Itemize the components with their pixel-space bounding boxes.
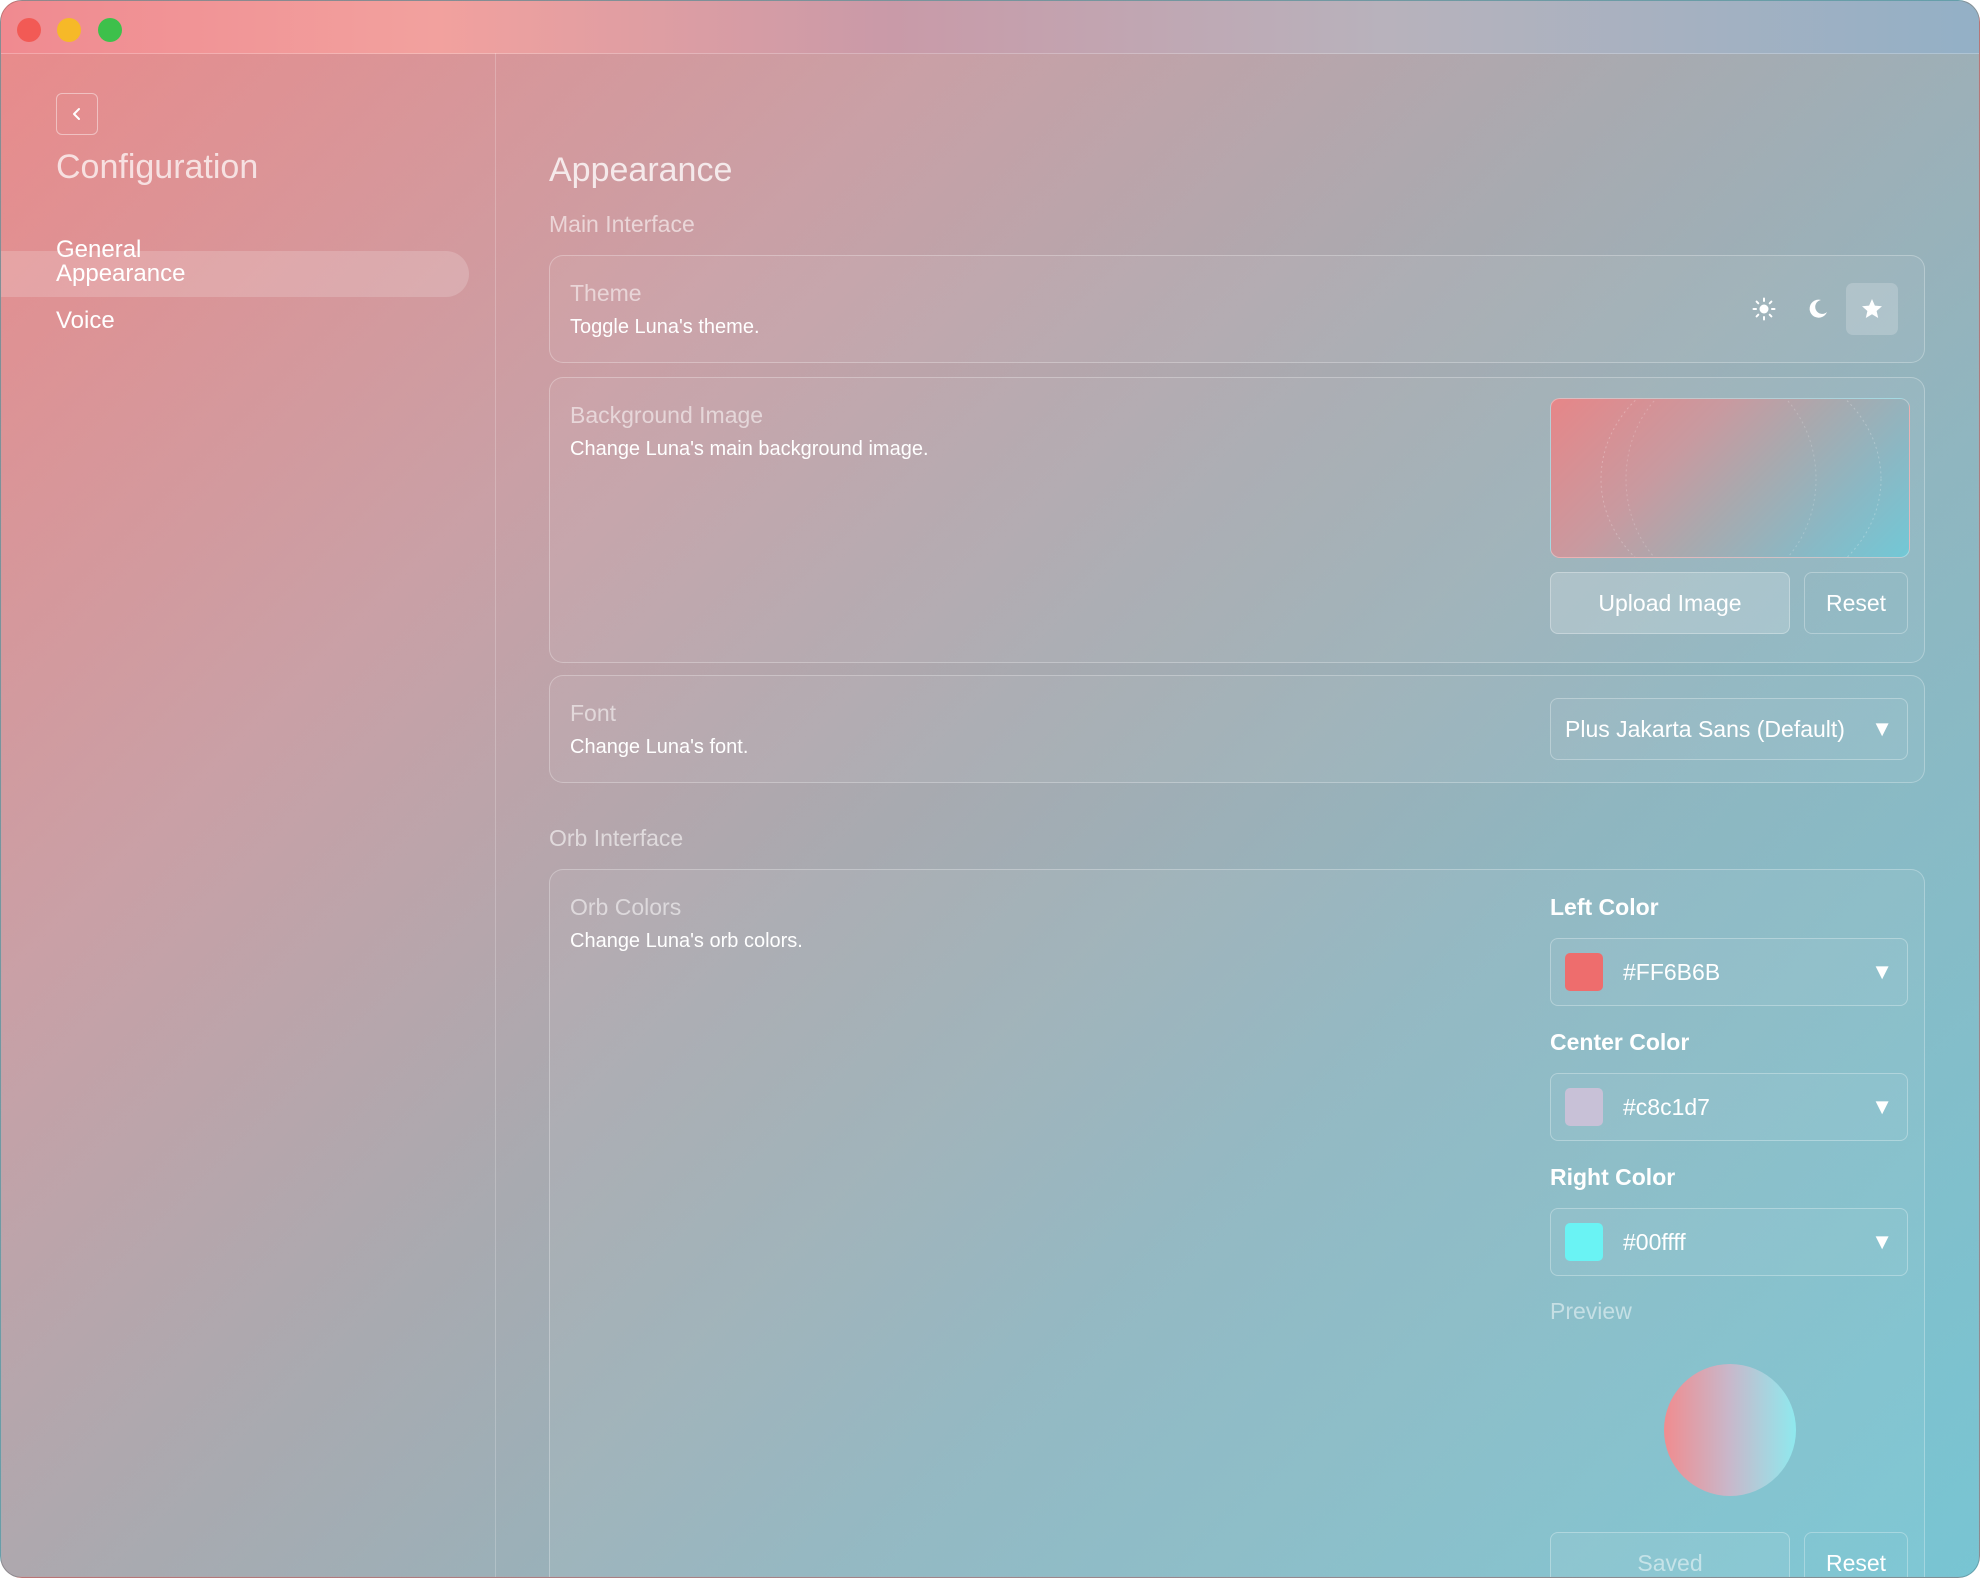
section-label-orb-interface: Orb Interface xyxy=(549,825,684,851)
left-color-label: Left Color xyxy=(1550,894,1659,920)
theme-description: Toggle Luna's theme. xyxy=(570,316,760,338)
maximize-window-button[interactable] xyxy=(98,18,122,42)
right-color-select[interactable]: #00ffff ▼ xyxy=(1550,1208,1908,1276)
left-color-swatch xyxy=(1565,953,1603,991)
background-image-preview xyxy=(1550,398,1910,558)
theme-card: Theme Toggle Luna's theme. xyxy=(549,255,1925,363)
font-card: Font Change Luna's font. Plus Jakarta Sa… xyxy=(549,675,1925,783)
minimize-window-button[interactable] xyxy=(57,18,81,42)
center-color-value: #c8c1d7 xyxy=(1623,1093,1710,1120)
font-select-value: Plus Jakarta Sans (Default) xyxy=(1565,715,1845,742)
background-title: Background Image xyxy=(570,402,764,428)
title-bar xyxy=(1,1,1979,54)
light-theme-button[interactable] xyxy=(1738,283,1790,335)
background-image-card: Background Image Change Luna's main back… xyxy=(549,377,1925,663)
chevron-down-icon: ▼ xyxy=(1871,1094,1893,1119)
theme-toggle-group xyxy=(1738,283,1898,335)
center-color-label: Center Color xyxy=(1550,1029,1690,1055)
theme-title: Theme xyxy=(570,280,642,306)
center-color-swatch xyxy=(1565,1088,1603,1126)
star-icon xyxy=(1862,299,1882,318)
left-color-value: #FF6B6B xyxy=(1623,958,1721,985)
orb-preview xyxy=(1664,1364,1796,1496)
font-description: Change Luna's font. xyxy=(570,736,749,758)
page-title: Appearance xyxy=(549,151,733,189)
sidebar-item-label: Voice xyxy=(56,307,115,334)
font-title: Font xyxy=(570,700,617,726)
preview-label: Preview xyxy=(1550,1298,1632,1324)
chevron-left-icon xyxy=(73,108,80,120)
font-select[interactable]: Plus Jakarta Sans (Default) ▼ xyxy=(1550,698,1908,760)
sidebar-item-label: Appearance xyxy=(56,260,186,287)
chevron-down-icon: ▼ xyxy=(1871,1229,1893,1254)
custom-theme-button[interactable] xyxy=(1846,283,1898,335)
background-reset-button[interactable]: Reset xyxy=(1804,572,1908,634)
sidebar-item-appearance[interactable]: Appearance xyxy=(1,251,469,297)
close-window-button[interactable] xyxy=(17,18,41,42)
sun-icon xyxy=(1752,297,1776,321)
right-color-label: Right Color xyxy=(1550,1164,1676,1190)
section-label-main-interface: Main Interface xyxy=(549,211,695,237)
left-color-select[interactable]: #FF6B6B ▼ xyxy=(1550,938,1908,1006)
center-color-select[interactable]: #c8c1d7 ▼ xyxy=(1550,1073,1908,1141)
saved-button[interactable]: Saved xyxy=(1550,1532,1790,1577)
upload-image-button[interactable]: Upload Image xyxy=(1550,572,1790,634)
orb-colors-card: Orb Colors Change Luna's orb colors. Lef… xyxy=(549,869,1925,1577)
main-content: Appearance Main Interface Theme Toggle L… xyxy=(495,53,1979,1577)
background-description: Change Luna's main background image. xyxy=(570,438,929,460)
sidebar-item-voice[interactable]: Voice xyxy=(1,298,469,344)
moon-icon xyxy=(1809,299,1827,318)
orb-colors-title: Orb Colors xyxy=(570,894,682,920)
chevron-down-icon: ▼ xyxy=(1871,959,1893,984)
app-window: Configuration General Appearance Voice A… xyxy=(0,0,1980,1578)
chevron-down-icon: ▼ xyxy=(1871,716,1893,741)
right-color-value: #00ffff xyxy=(1623,1228,1686,1255)
sidebar-title: Configuration xyxy=(56,148,259,186)
right-color-swatch xyxy=(1565,1223,1603,1261)
back-button[interactable] xyxy=(56,93,98,135)
sidebar: Configuration General Appearance Voice xyxy=(1,53,496,1577)
orb-colors-reset-button[interactable]: Reset xyxy=(1804,1532,1908,1577)
dark-theme-button[interactable] xyxy=(1792,283,1844,335)
orb-colors-description: Change Luna's orb colors. xyxy=(570,930,803,952)
